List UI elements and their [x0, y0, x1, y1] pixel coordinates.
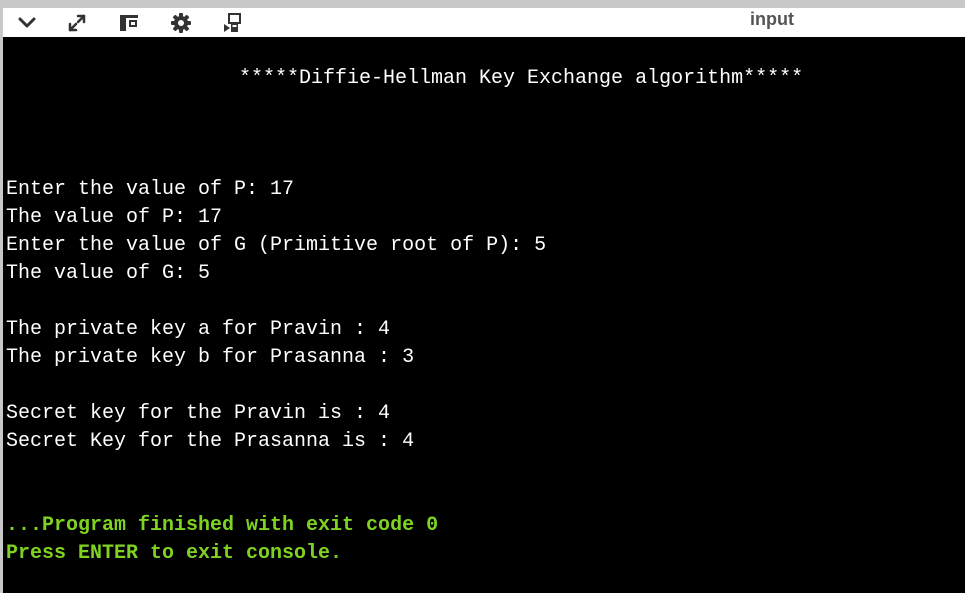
- expand-icon: [68, 14, 86, 31]
- share-button[interactable]: [216, 8, 248, 37]
- settings-button[interactable]: [165, 8, 197, 37]
- console-output[interactable]: *****Diffie-Hellman Key Exchange algorit…: [0, 37, 965, 593]
- console-line: Secret Key for the Prasanna is : 4: [6, 430, 415, 453]
- console-window: input *****Diffie-Hellman Key Exchange a…: [0, 0, 965, 593]
- console-line: Enter the value of G (Primitive root of …: [6, 234, 547, 257]
- chevron-down-icon: [18, 17, 36, 27]
- exit-status-line: ...Program finished with exit code 0: [6, 514, 439, 537]
- window-top-border: [0, 0, 965, 8]
- console-line: The private key b for Prasanna : 3: [6, 346, 415, 369]
- gear-icon: [171, 12, 191, 33]
- expand-button[interactable]: [61, 8, 93, 37]
- layout-button[interactable]: [113, 8, 145, 37]
- console-line: The value of P: 17: [6, 206, 223, 229]
- console-line: Secret key for the Pravin is : 4: [6, 402, 391, 425]
- console-line: Enter the value of P: 17: [6, 178, 295, 201]
- input-tab-label[interactable]: input: [750, 8, 794, 30]
- share-icon: [224, 12, 241, 32]
- layout-icon: [120, 14, 138, 31]
- console-line: The private key a for Pravin : 4: [6, 318, 391, 341]
- console-toolbar: input: [0, 8, 965, 37]
- exit-prompt-line: Press ENTER to exit console.: [6, 542, 343, 565]
- collapse-button[interactable]: [11, 8, 43, 37]
- console-line: The value of G: 5: [6, 262, 211, 285]
- console-header: *****Diffie-Hellman Key Exchange algorit…: [239, 67, 804, 90]
